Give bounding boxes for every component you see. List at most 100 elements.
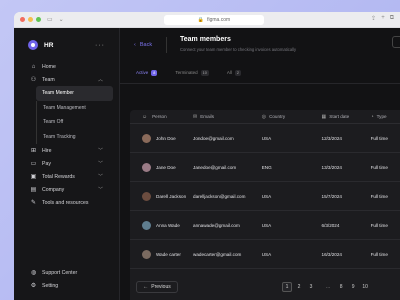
new-tab-icon[interactable]: + xyxy=(381,15,385,22)
table-row[interactable]: Wade carter wadecarter@gmail.com USA 16/… xyxy=(130,240,400,269)
avatar xyxy=(142,133,151,143)
app-root: HR ··· ⌂ Home ⚇ Team ︿ Team Member Team … xyxy=(14,28,400,300)
cell-country: USA xyxy=(261,251,272,257)
column-header-start-date[interactable]: ▦ Start date xyxy=(322,114,371,120)
sidebar-subitem-team-management[interactable]: Team Management xyxy=(36,100,113,115)
page-number-button[interactable]: 9 xyxy=(348,282,358,292)
sidebar-item-label: Total Rewards xyxy=(42,173,75,180)
cell-person: Jane Doe xyxy=(130,162,193,172)
tab-all[interactable]: All 2 xyxy=(227,69,242,76)
sidebar-subitem-team-member[interactable]: Team Member xyxy=(36,86,113,101)
sidebar-item-home[interactable]: ⌂ Home xyxy=(14,60,119,73)
table-row[interactable]: Anna Wade annawade@gmail.com USA 6/3/202… xyxy=(130,211,400,240)
sidebar-item-tools[interactable]: ✎ Tools and resources xyxy=(14,196,119,209)
sidebar-item-support-center[interactable]: ◍ Support Center xyxy=(14,266,119,279)
cell-country: ENG xyxy=(261,164,272,170)
chevron-down-icon[interactable]: ⌄ xyxy=(59,16,64,23)
hire-icon: ⊞ xyxy=(30,148,37,154)
sidebar-item-label: Team xyxy=(42,76,55,83)
home-icon: ⌂ xyxy=(31,63,36,70)
tab-terminated[interactable]: Terminated 10 xyxy=(175,69,209,76)
sidebar: HR ··· ⌂ Home ⚇ Team ︿ Team Member Team … xyxy=(14,28,120,300)
sidebar-subitem-team-off[interactable]: Team Off xyxy=(36,115,113,130)
sidebar-item-company[interactable]: ▤ Company ﹀ xyxy=(14,183,119,196)
address-bar[interactable]: 🔒 figma.com xyxy=(164,15,264,25)
sidebar-subitem-label: Team Member xyxy=(42,90,74,97)
sidebar-item-total-rewards[interactable]: ▣ Total Rewards ﹀ xyxy=(14,170,119,183)
page-title: Team members xyxy=(180,36,231,43)
table-row[interactable]: Jane Doe Janedoe@gmail.com ENG 13/3/2024… xyxy=(130,153,400,182)
avatar xyxy=(142,191,151,201)
column-header-label: Person xyxy=(152,114,167,119)
column-header-label: Type xyxy=(376,114,387,119)
sidebar-item-team[interactable]: ⚇ Team ︿ xyxy=(14,73,119,86)
cell-person: Wade carter xyxy=(130,249,193,259)
brand: HR ··· xyxy=(14,38,119,52)
tab-active[interactable]: Active 8 xyxy=(136,69,158,76)
column-header-person[interactable]: ☺ Person xyxy=(130,114,193,120)
back-button[interactable]: ‹ Back xyxy=(134,42,152,48)
table-row[interactable]: Darell Jackson darelljackson@gmail.com U… xyxy=(130,182,400,211)
more-options-icon[interactable]: ··· xyxy=(95,42,105,49)
pay-icon: ▭ xyxy=(30,161,37,167)
arrow-left-icon: ← xyxy=(143,284,149,290)
tab-label: Terminated xyxy=(175,70,198,75)
cell-start-date: 13/3/2024 xyxy=(321,164,342,170)
back-button-label: Back xyxy=(139,42,153,48)
maximize-window-button[interactable] xyxy=(36,17,41,22)
rewards-icon: ▣ xyxy=(30,174,37,180)
column-header-emails[interactable]: ✉ Emails xyxy=(193,114,262,120)
sidebar-item-label: Hire xyxy=(42,147,52,154)
page-number-button[interactable]: 2 xyxy=(294,282,304,292)
page-number-button[interactable]: 10 xyxy=(360,282,370,292)
cell-email: darelljackson@gmail.com xyxy=(193,193,246,199)
column-header-country[interactable]: ◎ Country xyxy=(262,114,322,120)
sidebar-subitem-team-tracking[interactable]: Team Tracking xyxy=(36,129,113,144)
main-content: ‹ Back Team members Connect your team me… xyxy=(120,28,400,300)
header-action-button[interactable] xyxy=(392,36,400,48)
lock-icon: 🔒 xyxy=(197,17,205,23)
cell-email: Jondoe@gmail.com xyxy=(193,135,234,141)
browser-actions: ⇪ + ⧉ xyxy=(371,15,394,22)
sidebar-item-label: Company xyxy=(42,186,65,193)
sidebar-item-label: Setting xyxy=(42,282,59,289)
sidebar-item-setting[interactable]: ⚙ Setting xyxy=(14,279,119,292)
previous-page-label: Previous xyxy=(151,284,171,290)
brand-name: HR xyxy=(44,41,54,49)
chevron-down-icon: ﹀ xyxy=(97,161,103,167)
page-number-button[interactable]: 3 xyxy=(306,282,316,292)
header-divider xyxy=(166,37,168,53)
table-row[interactable]: John Doe Jondoe@gmail.com USA 12/3/2024 … xyxy=(130,124,400,153)
sidebar-subitem-label: Team Tracking xyxy=(43,133,76,140)
previous-page-button[interactable]: ← Previous xyxy=(136,281,178,293)
cell-type: Full time xyxy=(370,251,388,257)
cell-start-date: 12/3/2024 xyxy=(321,135,342,141)
chevron-down-icon: ﹀ xyxy=(97,174,103,180)
column-header-type[interactable]: ◔ Type xyxy=(371,114,400,120)
cell-type: Full time xyxy=(370,222,388,228)
close-window-button[interactable] xyxy=(20,17,25,22)
sidebar-item-pay[interactable]: ▭ Pay ﹀ xyxy=(14,157,119,170)
sidebar-toggle-icon[interactable]: ▭ xyxy=(47,16,53,23)
cell-type: Full time xyxy=(370,193,388,199)
page-ellipsis: ... xyxy=(326,284,331,290)
sidebar-footer: ◍ Support Center ⚙ Setting xyxy=(14,266,119,292)
page-number-button[interactable]: 8 xyxy=(336,282,346,292)
cell-start-date: 16/3/2024 xyxy=(321,251,342,257)
window-controls xyxy=(20,17,41,22)
address-bar-url: figma.com xyxy=(207,17,231,23)
tabs-overview-icon[interactable]: ⧉ xyxy=(390,15,394,22)
person-name: Anna Wade xyxy=(156,222,180,228)
team-table: ☺ Person ✉ Emails ◎ Country ▦ Start date xyxy=(130,110,400,300)
column-header-label: Emails xyxy=(200,114,215,119)
share-icon[interactable]: ⇪ xyxy=(371,15,376,22)
column-header-label: Country xyxy=(269,114,286,119)
settings-icon: ⚙ xyxy=(30,283,37,289)
page-number-button[interactable]: 1 xyxy=(282,282,292,292)
cell-start-date: 15/7/2024 xyxy=(321,193,342,199)
sidebar-item-label: Tools and resources xyxy=(42,199,89,206)
chevron-down-icon: ﹀ xyxy=(97,148,103,154)
sidebar-item-hire[interactable]: ⊞ Hire ﹀ xyxy=(14,144,119,157)
cell-country: USA xyxy=(261,193,272,199)
minimize-window-button[interactable] xyxy=(28,17,33,22)
